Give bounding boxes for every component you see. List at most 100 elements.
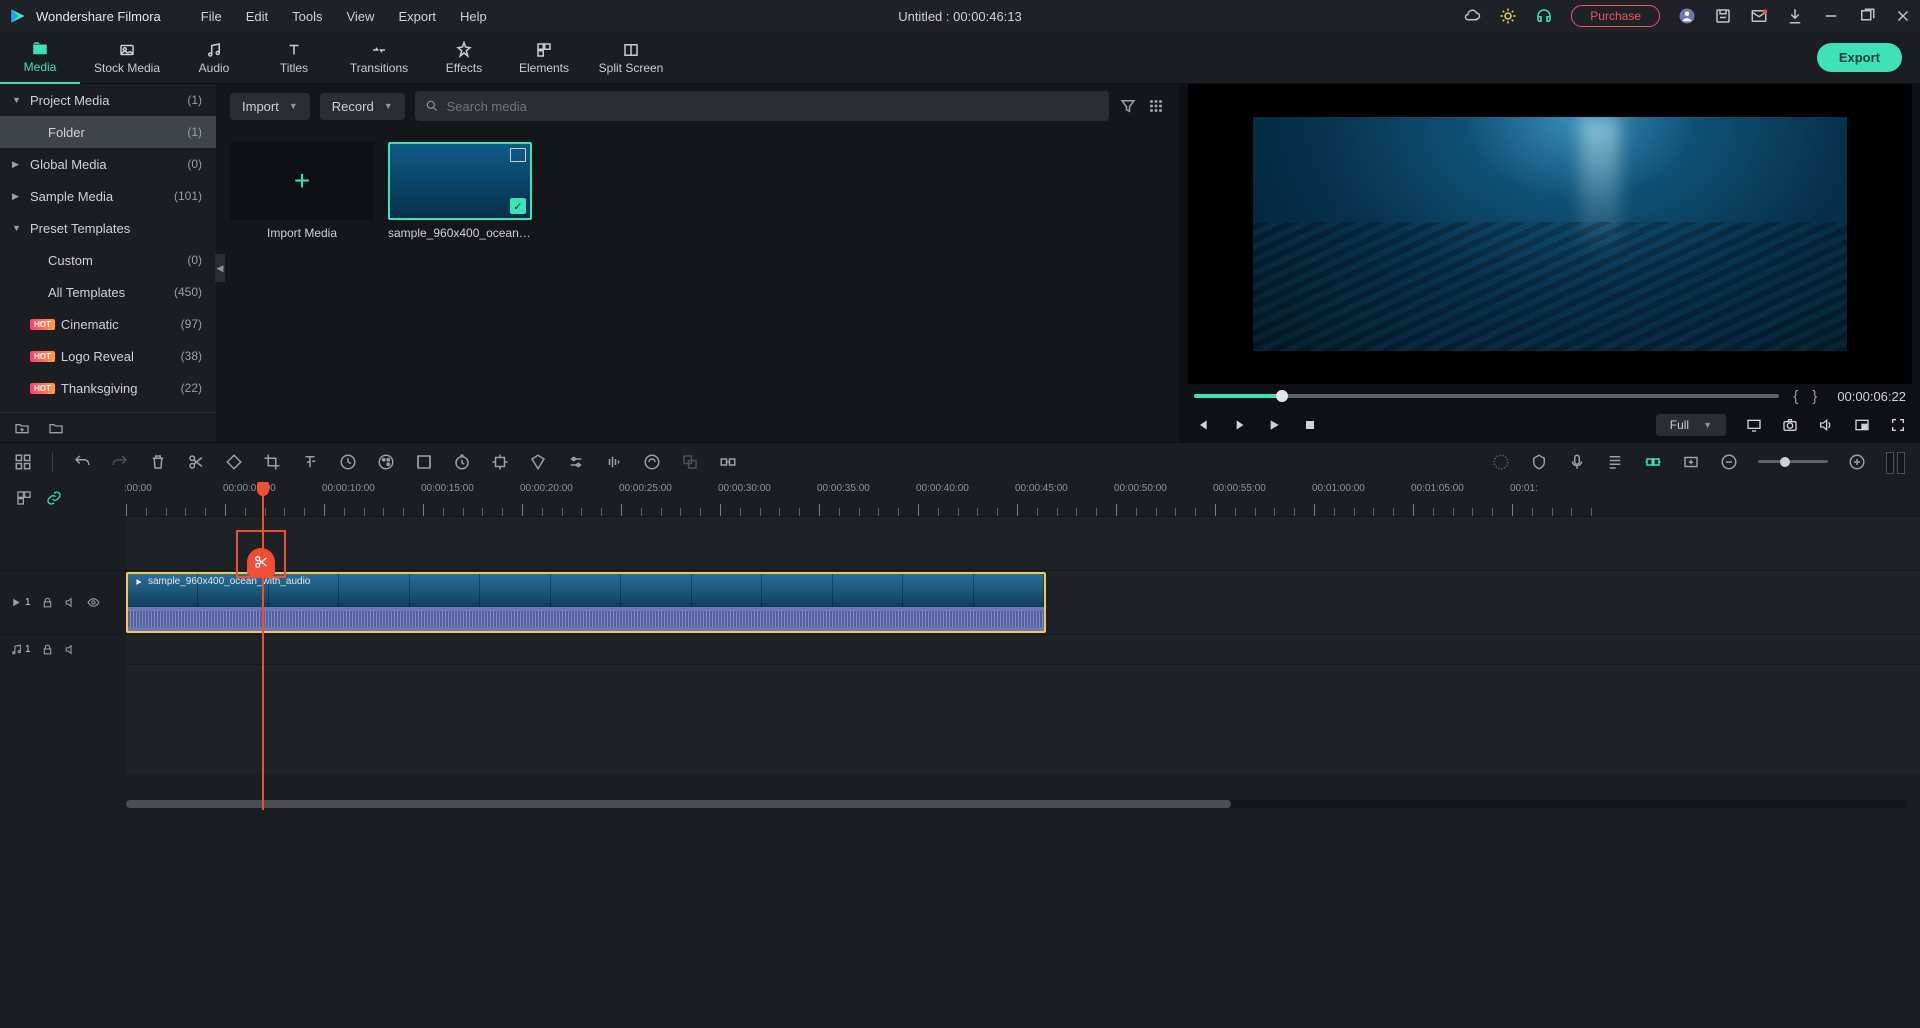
record-dropdown[interactable]: Record▼ bbox=[320, 93, 405, 120]
sidebar-item[interactable]: HOTThanksgiving(22) bbox=[0, 372, 216, 404]
display-icon[interactable] bbox=[1746, 417, 1762, 433]
download-icon[interactable] bbox=[1786, 7, 1804, 25]
fullscreen-icon[interactable] bbox=[1890, 417, 1906, 433]
cloud-icon[interactable] bbox=[1463, 7, 1481, 25]
purchase-button[interactable]: Purchase bbox=[1571, 5, 1660, 27]
tab-elements[interactable]: Elements bbox=[504, 32, 584, 84]
maximize-icon[interactable] bbox=[1858, 7, 1876, 25]
import-media-tile[interactable]: + Import Media bbox=[230, 142, 374, 240]
search-input[interactable] bbox=[447, 99, 1099, 114]
mark-in-icon[interactable]: { bbox=[1793, 388, 1798, 405]
message-icon[interactable] bbox=[1750, 7, 1768, 25]
undo-icon[interactable] bbox=[73, 453, 91, 471]
mark-out-icon[interactable]: } bbox=[1812, 388, 1817, 405]
detach-icon[interactable] bbox=[681, 453, 699, 471]
text-icon[interactable] bbox=[301, 453, 319, 471]
sidebar-item[interactable]: HOTLogo Reveal(38) bbox=[0, 340, 216, 372]
folder-icon[interactable] bbox=[48, 420, 64, 436]
menu-file[interactable]: File bbox=[201, 9, 222, 24]
redo-icon[interactable] bbox=[111, 453, 129, 471]
sidebar-item[interactable]: Halloween(55) bbox=[0, 404, 216, 412]
media-clip-tile[interactable]: ✓ sample_960x400_ocean_... bbox=[388, 142, 532, 240]
menu-view[interactable]: View bbox=[346, 9, 374, 24]
keyframe-icon[interactable] bbox=[491, 453, 509, 471]
effects-store-icon[interactable] bbox=[1499, 7, 1517, 25]
tab-stock-media[interactable]: Stock Media bbox=[80, 32, 174, 84]
mute-icon[interactable] bbox=[64, 643, 77, 656]
link-icon[interactable] bbox=[46, 490, 62, 506]
auto-ripple-icon[interactable] bbox=[1644, 453, 1662, 471]
filter-icon[interactable] bbox=[1119, 97, 1137, 115]
sidebar-item[interactable]: ▼Preset Templates bbox=[0, 212, 216, 244]
prev-frame-icon[interactable] bbox=[1194, 417, 1210, 433]
audio-mixer-icon[interactable] bbox=[1606, 453, 1624, 471]
tab-effects[interactable]: Effects bbox=[424, 32, 504, 84]
timeline-ruler[interactable]: :00:0000:00:05:0000:00:10:0000:00:15:000… bbox=[126, 480, 1920, 516]
visibility-icon[interactable] bbox=[87, 596, 100, 609]
audio-sync-icon[interactable] bbox=[605, 453, 623, 471]
motion-icon[interactable] bbox=[643, 453, 661, 471]
grid-view-icon[interactable] bbox=[1147, 97, 1165, 115]
menu-help[interactable]: Help bbox=[460, 9, 487, 24]
sidebar-item[interactable]: Folder(1) bbox=[0, 116, 216, 148]
sidebar-item[interactable]: Custom(0) bbox=[0, 244, 216, 276]
zoom-out-icon[interactable] bbox=[1720, 453, 1738, 471]
marker-icon[interactable] bbox=[1530, 453, 1548, 471]
export-button[interactable]: Export bbox=[1817, 43, 1902, 72]
menu-tools[interactable]: Tools bbox=[292, 9, 322, 24]
speed-icon[interactable] bbox=[339, 453, 357, 471]
tab-split-screen[interactable]: Split Screen bbox=[584, 32, 678, 84]
lock-icon[interactable] bbox=[41, 596, 54, 609]
timeline-scrollbar[interactable] bbox=[126, 800, 1908, 808]
play-icon[interactable] bbox=[1266, 417, 1282, 433]
sidebar-item[interactable]: All Templates(450) bbox=[0, 276, 216, 308]
lock-icon[interactable] bbox=[41, 643, 54, 656]
sidebar-item[interactable]: ▼Project Media(1) bbox=[0, 84, 216, 116]
tab-transitions[interactable]: Transitions bbox=[334, 32, 424, 84]
adjust-icon[interactable] bbox=[567, 453, 585, 471]
group-icon[interactable] bbox=[719, 453, 737, 471]
close-icon[interactable] bbox=[1894, 7, 1912, 25]
sidebar-item[interactable]: HOTCinematic(97) bbox=[0, 308, 216, 340]
sidebar-item[interactable]: ▶Sample Media(101) bbox=[0, 180, 216, 212]
minimize-icon[interactable] bbox=[1822, 7, 1840, 25]
sidebar-item[interactable]: ▶Global Media(0) bbox=[0, 148, 216, 180]
add-marker-icon[interactable] bbox=[1682, 453, 1700, 471]
save-icon[interactable] bbox=[1714, 7, 1732, 25]
tag-icon[interactable] bbox=[225, 453, 243, 471]
preview-scrubber[interactable] bbox=[1194, 394, 1779, 398]
voiceover-icon[interactable] bbox=[1568, 453, 1586, 471]
pip-icon[interactable] bbox=[1854, 417, 1870, 433]
volume-icon[interactable] bbox=[1818, 417, 1834, 433]
render-preview-icon[interactable] bbox=[1492, 453, 1510, 471]
crop-icon[interactable] bbox=[263, 453, 281, 471]
timeline-clip[interactable]: sample_960x400_ocean_with_audio bbox=[126, 572, 1046, 633]
split-indicator[interactable] bbox=[236, 530, 286, 578]
mute-icon[interactable] bbox=[64, 596, 77, 609]
preview-quality-dropdown[interactable]: Full▼ bbox=[1656, 414, 1726, 436]
mask-icon[interactable] bbox=[529, 453, 547, 471]
menu-export[interactable]: Export bbox=[398, 9, 436, 24]
tab-media[interactable]: Media bbox=[0, 32, 80, 84]
preview-viewport[interactable] bbox=[1188, 84, 1912, 384]
color-icon[interactable] bbox=[377, 453, 395, 471]
menu-edit[interactable]: Edit bbox=[246, 9, 268, 24]
tab-titles[interactable]: Titles bbox=[254, 32, 334, 84]
green-screen-icon[interactable] bbox=[415, 453, 433, 471]
stop-icon[interactable] bbox=[1302, 417, 1318, 433]
track-manager-icon[interactable] bbox=[16, 490, 32, 506]
duration-icon[interactable] bbox=[453, 453, 471, 471]
zoom-in-icon[interactable] bbox=[1848, 453, 1866, 471]
play-pause-icon[interactable] bbox=[1230, 417, 1246, 433]
search-media[interactable] bbox=[415, 91, 1109, 121]
render-segments-icon[interactable] bbox=[1886, 452, 1906, 472]
zoom-slider[interactable] bbox=[1758, 460, 1828, 463]
delete-icon[interactable] bbox=[149, 453, 167, 471]
new-folder-icon[interactable] bbox=[14, 420, 30, 436]
layout-icon[interactable] bbox=[14, 453, 32, 471]
split-icon[interactable] bbox=[187, 453, 205, 471]
snapshot-icon[interactable] bbox=[1782, 417, 1798, 433]
account-icon[interactable] bbox=[1678, 7, 1696, 25]
tab-audio[interactable]: Audio bbox=[174, 32, 254, 84]
import-dropdown[interactable]: Import▼ bbox=[230, 93, 310, 120]
